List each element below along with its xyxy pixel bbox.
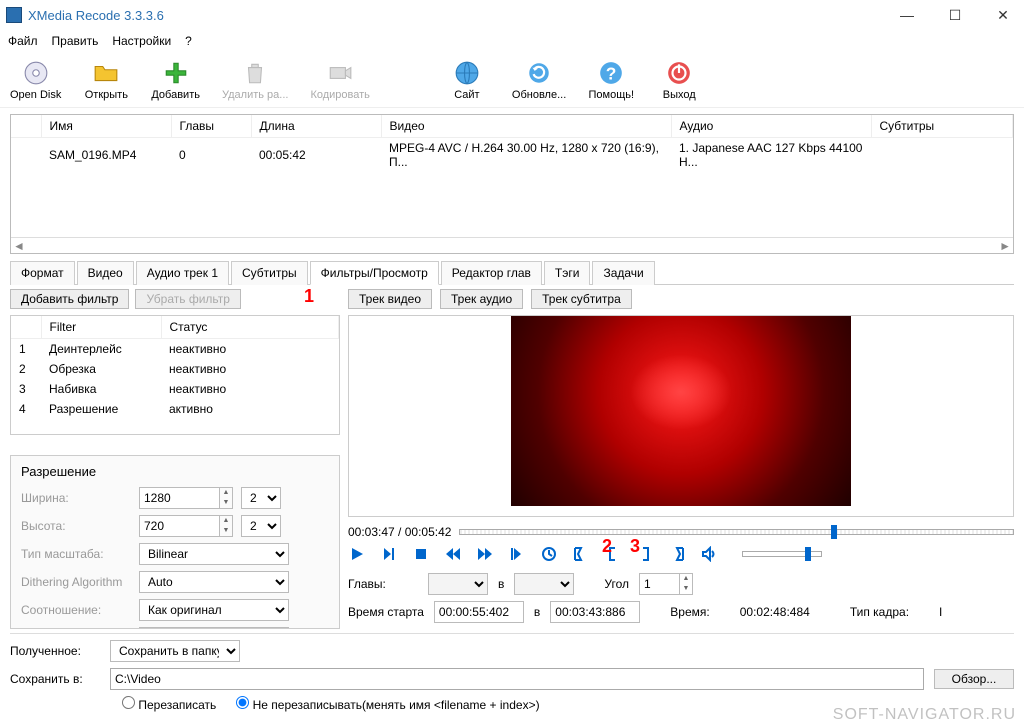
track-video-button[interactable]: Трек видео [348, 289, 432, 309]
volume-icon[interactable] [700, 545, 718, 563]
tool-update[interactable]: Обновле... [512, 59, 566, 101]
table-row: 3Набивканеактивно [11, 379, 339, 399]
clock-icon[interactable] [540, 545, 558, 563]
stop-icon[interactable] [412, 545, 430, 563]
folder-icon [92, 59, 120, 87]
tool-help[interactable]: ?Помощь! [588, 59, 634, 101]
tab-video[interactable]: Видео [77, 261, 134, 285]
tabs: Формат Видео Аудио трек 1 Субтитры Фильт… [10, 260, 1014, 285]
refresh-icon [525, 59, 553, 87]
tool-site[interactable]: Сайт [444, 59, 490, 101]
minimize-button[interactable]: — [892, 5, 922, 25]
mark-out-icon[interactable] [668, 545, 686, 563]
titlebar: XMedia Recode 3.3.3.6 — ☐ ✕ [0, 0, 1024, 30]
height-extra-select[interactable]: 2 [241, 515, 281, 537]
bracket-left-icon[interactable] [604, 545, 622, 563]
end-time-input[interactable] [550, 601, 640, 623]
height-input[interactable] [139, 515, 219, 537]
errors-input[interactable] [139, 627, 289, 629]
tab-audio[interactable]: Аудио трек 1 [136, 261, 229, 285]
received-select[interactable]: Сохранить в папку [110, 640, 240, 662]
preview-image [511, 316, 851, 506]
width-input[interactable] [139, 487, 219, 509]
watermark: SOFT-NAVIGATOR.RU [833, 706, 1016, 724]
time-position: 00:03:47 / 00:05:42 [348, 525, 451, 539]
track-subtitle-button[interactable]: Трек субтитра [531, 289, 632, 309]
tool-open-disk[interactable]: Open Disk [10, 59, 61, 101]
save-path-input[interactable] [110, 668, 924, 690]
resolution-panel: Разрешение Ширина: ▲▼ 2 Высота: ▲▼ 2 Тип… [10, 455, 340, 629]
tool-remove: Удалить ра... [222, 59, 288, 101]
globe-icon [453, 59, 481, 87]
tool-open[interactable]: Открыть [83, 59, 129, 101]
fastforward-icon[interactable] [476, 545, 494, 563]
disc-icon [22, 59, 50, 87]
remove-filter-button: Убрать фильтр [135, 289, 240, 309]
spinner[interactable]: ▲▼ [219, 487, 233, 509]
chapters-to-select[interactable] [514, 573, 574, 595]
camera-icon [326, 59, 354, 87]
bottom-panel: Полученное: Сохранить в папку Сохранить … [10, 633, 1014, 712]
add-filter-button[interactable]: Добавить фильтр [10, 289, 129, 309]
plus-icon [162, 59, 190, 87]
bracket-right-icon[interactable] [636, 545, 654, 563]
spinner[interactable]: ▲▼ [679, 573, 693, 595]
close-button[interactable]: ✕ [988, 5, 1018, 25]
tab-chapters[interactable]: Редактор глав [441, 261, 542, 285]
app-icon [6, 7, 22, 23]
filter-table[interactable]: FilterСтатус 1Деинтерлейснеактивно 2Обре… [10, 315, 340, 435]
tool-encode: Кодировать [310, 59, 369, 101]
tab-format[interactable]: Формат [10, 261, 75, 285]
spinner[interactable]: ▲▼ [219, 515, 233, 537]
volume-slider[interactable] [742, 551, 822, 557]
table-row: 1Деинтерлейснеактивно [11, 339, 339, 360]
next-icon[interactable] [380, 545, 398, 563]
tab-jobs[interactable]: Задачи [592, 261, 654, 285]
table-row[interactable]: SAM_0196.MP4 0 00:05:42 MPEG-4 AVC / H.2… [11, 138, 1013, 173]
table-row: 4Разрешениеактивно [11, 399, 339, 419]
menu-settings[interactable]: Настройки [112, 34, 171, 48]
step-icon[interactable] [508, 545, 526, 563]
table-row: 2Обрезканеактивно [11, 359, 339, 379]
menu-file[interactable]: Файл [8, 34, 38, 48]
resolution-title: Разрешение [21, 464, 329, 479]
width-extra-select[interactable]: 2 [241, 487, 281, 509]
tab-subtitles[interactable]: Субтитры [231, 261, 308, 285]
scale-select[interactable]: Bilinear [139, 543, 289, 565]
no-overwrite-radio[interactable]: Не перезаписывать(менять имя <filename +… [236, 696, 539, 712]
window-title: XMedia Recode 3.3.3.6 [28, 8, 164, 23]
menubar: Файл Править Настройки ? [0, 30, 1024, 52]
svg-text:?: ? [606, 63, 617, 83]
dither-select[interactable]: Auto [139, 571, 289, 593]
tool-exit[interactable]: Выход [656, 59, 702, 101]
menu-edit[interactable]: Править [52, 34, 99, 48]
aspect-select[interactable]: Как оригинал [139, 599, 289, 621]
mark-in-icon[interactable] [572, 545, 590, 563]
power-icon [665, 59, 693, 87]
trash-icon [241, 59, 269, 87]
toolbar: Open Disk Открыть Добавить Удалить ра...… [0, 52, 1024, 108]
menu-help[interactable]: ? [185, 34, 192, 48]
start-time-input[interactable] [434, 601, 524, 623]
browse-button[interactable]: Обзор... [934, 669, 1014, 689]
timeline-slider[interactable] [459, 529, 1014, 535]
chapters-from-select[interactable] [428, 573, 488, 595]
tab-tags[interactable]: Тэги [544, 261, 591, 285]
play-icon[interactable] [348, 545, 366, 563]
file-table[interactable]: Имя Главы Длина Видео Аудио Субтитры SAM… [11, 115, 1013, 172]
hscrollbar[interactable]: ◄► [11, 237, 1013, 253]
tool-add[interactable]: Добавить [151, 59, 200, 101]
preview-pane [348, 315, 1014, 517]
tab-filters[interactable]: Фильтры/Просмотр [310, 261, 439, 285]
maximize-button[interactable]: ☐ [940, 5, 970, 25]
file-list-panel: Имя Главы Длина Видео Аудио Субтитры SAM… [10, 114, 1014, 254]
track-audio-button[interactable]: Трек аудио [440, 289, 523, 309]
help-icon: ? [597, 59, 625, 87]
angle-input[interactable] [639, 573, 679, 595]
rewind-icon[interactable] [444, 545, 462, 563]
overwrite-radio[interactable]: Перезаписать [122, 696, 216, 712]
